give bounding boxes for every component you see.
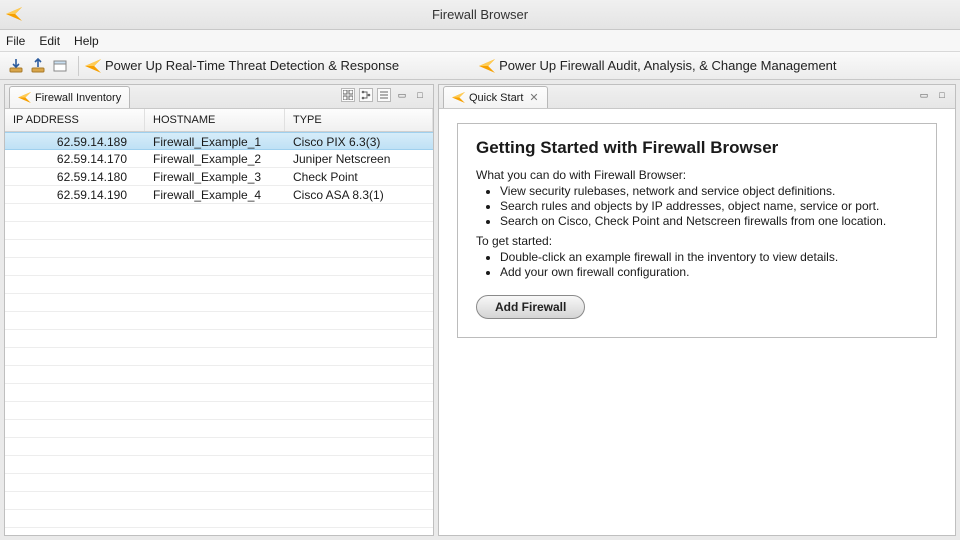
swish-icon bbox=[479, 59, 495, 73]
empty-row bbox=[5, 276, 433, 294]
col-ip[interactable]: IP ADDRESS bbox=[5, 109, 145, 131]
list-item: Search rules and objects by IP addresses… bbox=[500, 199, 918, 213]
empty-row bbox=[5, 384, 433, 402]
empty-row bbox=[5, 420, 433, 438]
menu-help[interactable]: Help bbox=[74, 34, 99, 48]
table-row[interactable]: 62.59.14.189Firewall_Example_1Cisco PIX … bbox=[5, 132, 433, 150]
empty-row bbox=[5, 456, 433, 474]
cell-hostname: Firewall_Example_1 bbox=[145, 133, 285, 149]
add-firewall-button[interactable]: Add Firewall bbox=[476, 295, 585, 319]
intro-list: View security rulebases, network and ser… bbox=[476, 184, 918, 228]
promo-audit-label: Power Up Firewall Audit, Analysis, & Cha… bbox=[499, 58, 836, 73]
cell-type: Juniper Netscreen bbox=[285, 150, 433, 167]
right-tabbar: Quick Start ✕ ▭ □ bbox=[439, 85, 955, 109]
cell-ip: 62.59.14.190 bbox=[5, 186, 145, 203]
add-firewall-label: Add Firewall bbox=[495, 300, 566, 314]
col-hostname[interactable]: HOSTNAME bbox=[145, 109, 285, 131]
titlebar: Firewall Browser bbox=[0, 0, 960, 30]
content-area: Firewall Inventory ▭ □ IP ADDRESS HOSTNA… bbox=[0, 80, 960, 540]
empty-row bbox=[5, 240, 433, 258]
empty-row bbox=[5, 330, 433, 348]
empty-row bbox=[5, 294, 433, 312]
list-item: Double-click an example firewall in the … bbox=[500, 250, 918, 264]
table-row[interactable]: 62.59.14.170Firewall_Example_2Juniper Ne… bbox=[5, 150, 433, 168]
swish-icon bbox=[85, 59, 101, 73]
started-text: To get started: bbox=[476, 234, 918, 248]
list-item: Search on Cisco, Check Point and Netscre… bbox=[500, 214, 918, 228]
minimize-icon[interactable]: ▭ bbox=[395, 88, 409, 102]
cell-ip: 62.59.14.180 bbox=[5, 168, 145, 185]
window-icon[interactable] bbox=[50, 56, 70, 76]
menu-edit[interactable]: Edit bbox=[39, 34, 60, 48]
panel-quick-start: Quick Start ✕ ▭ □ Getting Started with F… bbox=[438, 84, 956, 536]
promo-threat-label: Power Up Real-Time Threat Detection & Re… bbox=[105, 58, 399, 73]
tab-quick-start-label: Quick Start bbox=[469, 92, 523, 104]
cell-ip: 62.59.14.189 bbox=[5, 133, 145, 149]
left-tab-actions: ▭ □ bbox=[341, 88, 427, 102]
import-icon[interactable] bbox=[6, 56, 26, 76]
intro-text: What you can do with Firewall Browser: bbox=[476, 168, 918, 182]
empty-row bbox=[5, 402, 433, 420]
cell-type: Cisco PIX 6.3(3) bbox=[285, 133, 433, 149]
cell-ip: 62.59.14.170 bbox=[5, 150, 145, 167]
left-tabbar: Firewall Inventory ▭ □ bbox=[5, 85, 433, 109]
view-tree-icon[interactable] bbox=[359, 88, 373, 102]
promo-threat-detection[interactable]: Power Up Real-Time Threat Detection & Re… bbox=[85, 58, 399, 73]
view-list-icon[interactable] bbox=[377, 88, 391, 102]
toolbar: Power Up Real-Time Threat Detection & Re… bbox=[0, 52, 960, 80]
tab-firewall-inventory[interactable]: Firewall Inventory bbox=[9, 86, 130, 108]
maximize-icon[interactable]: □ bbox=[413, 88, 427, 102]
right-tab-actions: ▭ □ bbox=[917, 88, 949, 102]
tab-firewall-inventory-label: Firewall Inventory bbox=[35, 92, 121, 104]
list-item: Add your own firewall configuration. bbox=[500, 265, 918, 279]
close-icon[interactable]: ✕ bbox=[529, 91, 538, 104]
export-icon[interactable] bbox=[28, 56, 48, 76]
empty-row bbox=[5, 474, 433, 492]
empty-row bbox=[5, 348, 433, 366]
table-row[interactable]: 62.59.14.190Firewall_Example_4Cisco ASA … bbox=[5, 186, 433, 204]
minimize-icon[interactable]: ▭ bbox=[917, 88, 931, 102]
list-item: View security rulebases, network and ser… bbox=[500, 184, 918, 198]
view-grid-icon[interactable] bbox=[341, 88, 355, 102]
swish-icon bbox=[18, 92, 31, 103]
inventory-table: IP ADDRESS HOSTNAME TYPE 62.59.14.189Fir… bbox=[5, 109, 433, 535]
getting-started-heading: Getting Started with Firewall Browser bbox=[476, 138, 918, 158]
empty-row bbox=[5, 222, 433, 240]
empty-row bbox=[5, 510, 433, 528]
cell-hostname: Firewall_Example_4 bbox=[145, 186, 285, 203]
cell-type: Check Point bbox=[285, 168, 433, 185]
tab-quick-start[interactable]: Quick Start ✕ bbox=[443, 86, 548, 108]
table-row[interactable]: 62.59.14.180Firewall_Example_3Check Poin… bbox=[5, 168, 433, 186]
app-logo-icon bbox=[6, 7, 26, 24]
menubar: File Edit Help bbox=[0, 30, 960, 52]
empty-row bbox=[5, 312, 433, 330]
col-type[interactable]: TYPE bbox=[285, 109, 433, 131]
promo-audit[interactable]: Power Up Firewall Audit, Analysis, & Cha… bbox=[479, 58, 836, 73]
cell-hostname: Firewall_Example_2 bbox=[145, 150, 285, 167]
cell-hostname: Firewall_Example_3 bbox=[145, 168, 285, 185]
empty-row bbox=[5, 204, 433, 222]
getting-started-card: Getting Started with Firewall Browser Wh… bbox=[457, 123, 937, 338]
empty-row bbox=[5, 438, 433, 456]
empty-row bbox=[5, 528, 433, 535]
inventory-table-header: IP ADDRESS HOSTNAME TYPE bbox=[5, 109, 433, 132]
toolbar-separator bbox=[78, 56, 79, 76]
quick-start-body: Getting Started with Firewall Browser Wh… bbox=[439, 109, 955, 535]
maximize-icon[interactable]: □ bbox=[935, 88, 949, 102]
swish-icon bbox=[452, 92, 465, 103]
window-title: Firewall Browser bbox=[432, 7, 528, 22]
empty-row bbox=[5, 258, 433, 276]
cell-type: Cisco ASA 8.3(1) bbox=[285, 186, 433, 203]
panel-firewall-inventory: Firewall Inventory ▭ □ IP ADDRESS HOSTNA… bbox=[4, 84, 434, 536]
empty-row bbox=[5, 492, 433, 510]
empty-row bbox=[5, 366, 433, 384]
menu-file[interactable]: File bbox=[6, 34, 25, 48]
started-list: Double-click an example firewall in the … bbox=[476, 250, 918, 279]
